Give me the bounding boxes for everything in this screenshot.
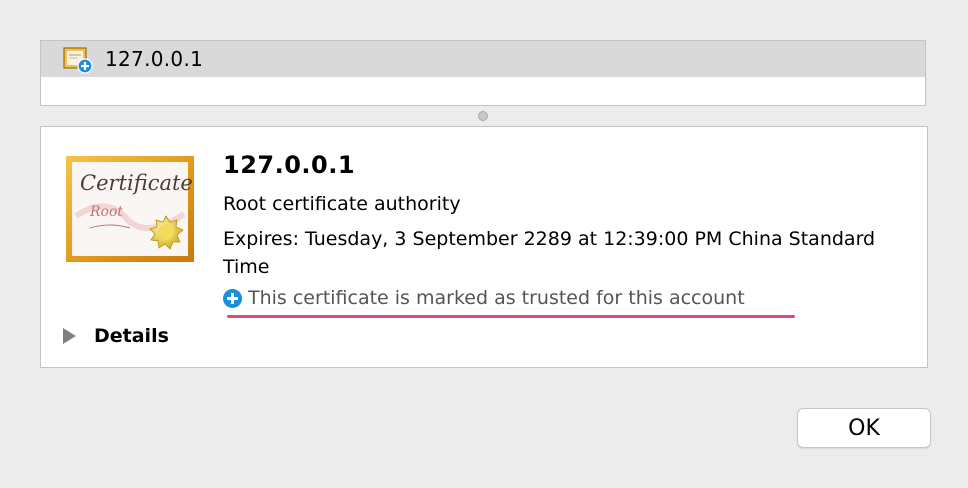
certificate-detail-panel: Certificate Root 127.0.0.1 Root certific…	[40, 126, 928, 368]
trust-status: This certificate is marked as trusted fo…	[223, 287, 745, 309]
annotation-underline	[227, 315, 795, 318]
certificate-list-row-label: 127.0.0.1	[105, 47, 204, 71]
ok-button[interactable]: OK	[797, 408, 931, 448]
split-view-handle[interactable]	[478, 111, 488, 121]
certificate-title: 127.0.0.1	[223, 151, 356, 179]
certificate-icon	[63, 44, 93, 74]
trust-status-text: This certificate is marked as trusted fo…	[248, 287, 745, 309]
certificate-list: 127.0.0.1	[40, 40, 926, 106]
details-label[interactable]: Details	[94, 325, 169, 347]
plus-circle-icon	[223, 288, 242, 308]
certificate-large-icon: Certificate Root	[66, 156, 194, 262]
certificate-image-heading: Certificate	[80, 171, 193, 195]
certificate-image-subheading: Root	[89, 204, 123, 220]
disclosure-triangle-icon[interactable]	[63, 328, 76, 344]
certificate-type: Root certificate authority	[223, 193, 461, 215]
certificate-list-row[interactable]: 127.0.0.1	[41, 41, 925, 77]
details-disclosure[interactable]: Details	[63, 325, 169, 347]
certificate-expiration: Expires: Tuesday, 3 September 2289 at 12…	[223, 228, 876, 278]
